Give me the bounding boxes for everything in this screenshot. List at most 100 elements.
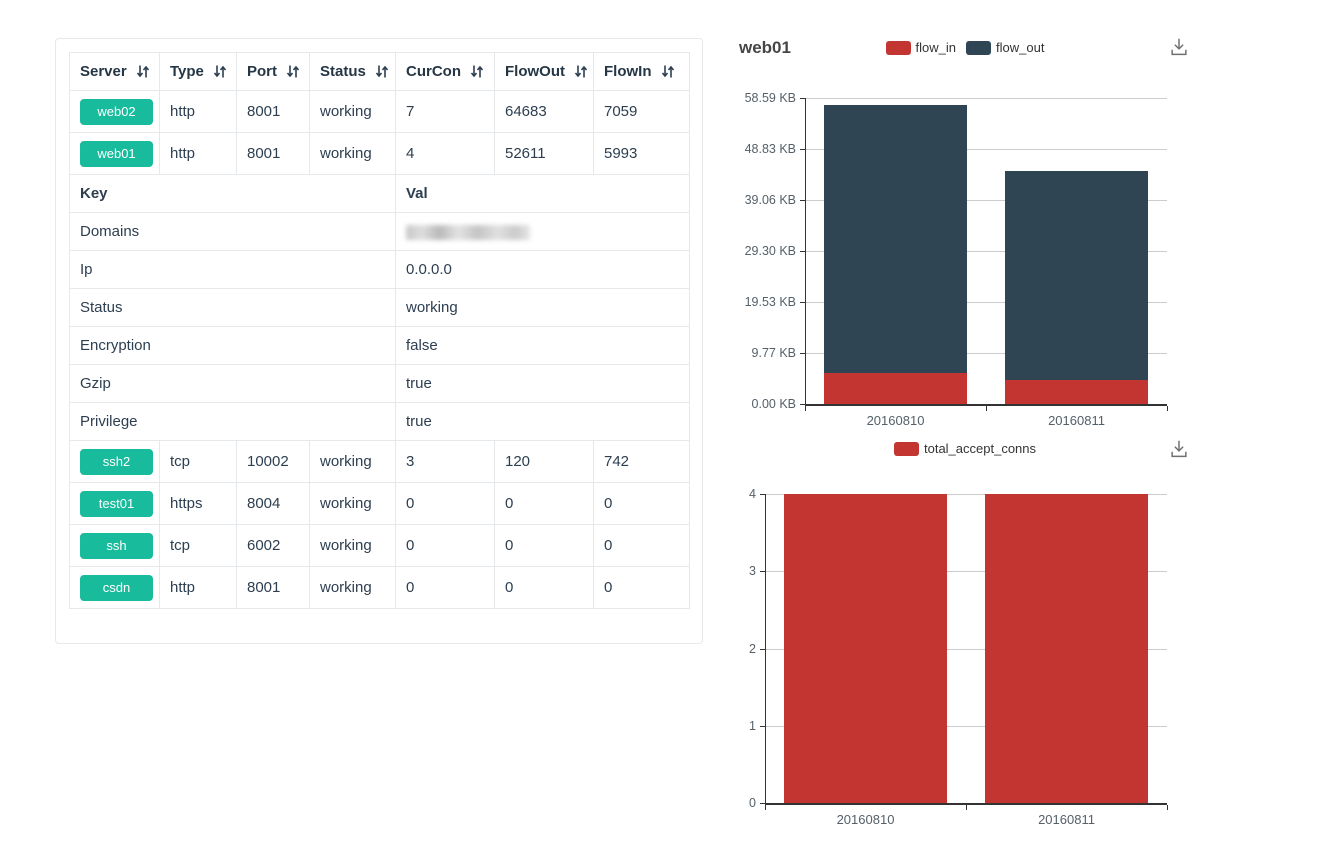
cell-port: 10002 bbox=[237, 441, 310, 483]
detail-key: Gzip bbox=[70, 365, 396, 403]
y-axis-label: 2 bbox=[730, 642, 756, 656]
bar-total_accept_conns-20160811 bbox=[985, 494, 1148, 803]
table-row-web02: web02 http 8001 working 7 64683 7059 bbox=[70, 91, 690, 133]
detail-val: 0.0.0.0 bbox=[396, 251, 690, 289]
y-axis-line bbox=[765, 494, 766, 803]
y-axis-label: 9.77 KB bbox=[730, 346, 796, 360]
y-axis-label: 39.06 KB bbox=[730, 193, 796, 207]
detail-row-gzip: Gzip true bbox=[70, 365, 690, 403]
cell-flowout: 0 bbox=[495, 525, 594, 567]
table-row-ssh2: ssh2 tcp 10002 working 3 120 742 bbox=[70, 441, 690, 483]
server-button-web02[interactable]: web02 bbox=[80, 99, 153, 125]
sort-icon bbox=[213, 64, 227, 79]
cell-flowout: 52611 bbox=[495, 133, 594, 175]
cell-status: working bbox=[310, 483, 396, 525]
legend-swatch bbox=[894, 442, 919, 456]
cell-flowin: 0 bbox=[594, 567, 690, 609]
y-axis-label: 58.59 KB bbox=[730, 91, 796, 105]
flow-chart: web01 flow_inflow_out0.00 KB9.77 KB19.53… bbox=[730, 30, 1200, 430]
server-button-csdn[interactable]: csdn bbox=[80, 575, 153, 601]
column-header-server[interactable]: Server bbox=[70, 53, 160, 91]
column-header-type[interactable]: Type bbox=[160, 53, 237, 91]
legend-item-total_accept_conns[interactable]: total_accept_conns bbox=[894, 441, 1036, 456]
column-label: FlowOut bbox=[505, 63, 565, 80]
cell-type: http bbox=[160, 133, 237, 175]
cell-status: working bbox=[310, 567, 396, 609]
redacted-domain-value bbox=[406, 225, 530, 240]
detail-val-header: Val bbox=[396, 175, 690, 213]
sort-icon bbox=[661, 64, 675, 79]
server-button-test01[interactable]: test01 bbox=[80, 491, 153, 517]
chart-legend: flow_in flow_out bbox=[730, 40, 1200, 55]
detail-key: Privilege bbox=[70, 403, 396, 441]
x-category-label: 20160810 bbox=[806, 812, 926, 827]
column-header-status[interactable]: Status bbox=[310, 53, 396, 91]
bar-flow_in-20160810 bbox=[824, 373, 967, 404]
table-header-row: Server Type Port Status CurCon FlowOut F… bbox=[70, 53, 690, 91]
bar-flow_out-20160810 bbox=[824, 105, 967, 373]
detail-val: working bbox=[396, 289, 690, 327]
sort-icon bbox=[470, 64, 484, 79]
detail-val: true bbox=[396, 365, 690, 403]
y-axis-label: 1 bbox=[730, 719, 756, 733]
y-axis-label: 19.53 KB bbox=[730, 295, 796, 309]
cell-flowin: 5993 bbox=[594, 133, 690, 175]
cell-flowin: 0 bbox=[594, 483, 690, 525]
x-axis-tick bbox=[986, 406, 987, 411]
cell-flowin: 742 bbox=[594, 441, 690, 483]
x-axis-tick bbox=[966, 805, 967, 810]
detail-val: true bbox=[396, 403, 690, 441]
detail-row-encryption: Encryption false bbox=[70, 327, 690, 365]
sort-icon bbox=[375, 64, 389, 79]
cell-flowout: 64683 bbox=[495, 91, 594, 133]
detail-header-row: Key Val bbox=[70, 175, 690, 213]
server-button-ssh2[interactable]: ssh2 bbox=[80, 449, 153, 475]
column-header-curcon[interactable]: CurCon bbox=[396, 53, 495, 91]
server-button-web01[interactable]: web01 bbox=[80, 141, 153, 167]
detail-key: Domains bbox=[70, 213, 396, 251]
legend-label: total_accept_conns bbox=[924, 441, 1036, 456]
detail-row-status: Status working bbox=[70, 289, 690, 327]
column-label: Type bbox=[170, 63, 204, 80]
detail-row-domains: Domains bbox=[70, 213, 690, 251]
server-button-ssh[interactable]: ssh bbox=[80, 533, 153, 559]
cell-port: 8001 bbox=[237, 567, 310, 609]
column-label: CurCon bbox=[406, 63, 461, 80]
y-axis-line bbox=[805, 98, 806, 404]
table-row-test01: test01 https 8004 working 0 0 0 bbox=[70, 483, 690, 525]
sort-icon bbox=[574, 64, 588, 79]
detail-val: false bbox=[396, 327, 690, 365]
cell-type: tcp bbox=[160, 441, 237, 483]
legend-label: flow_out bbox=[996, 40, 1044, 55]
cell-type: http bbox=[160, 91, 237, 133]
column-header-flowin[interactable]: FlowIn bbox=[594, 53, 690, 91]
table-row-csdn: csdn http 8001 working 0 0 0 bbox=[70, 567, 690, 609]
detail-key: Status bbox=[70, 289, 396, 327]
x-category-label: 20160811 bbox=[1007, 812, 1127, 827]
server-table: Server Type Port Status CurCon FlowOut F… bbox=[69, 52, 690, 609]
cell-curcon: 0 bbox=[396, 525, 495, 567]
y-axis-label: 0.00 KB bbox=[730, 397, 796, 411]
bar-total_accept_conns-20160810 bbox=[784, 494, 947, 803]
cell-status: working bbox=[310, 133, 396, 175]
cell-curcon: 4 bbox=[396, 133, 495, 175]
legend-item-flow_out[interactable]: flow_out bbox=[966, 40, 1044, 55]
y-axis-label: 0 bbox=[730, 796, 756, 810]
legend-swatch bbox=[966, 41, 991, 55]
column-header-flowout[interactable]: FlowOut bbox=[495, 53, 594, 91]
column-header-port[interactable]: Port bbox=[237, 53, 310, 91]
cell-flowin: 7059 bbox=[594, 91, 690, 133]
cell-curcon: 3 bbox=[396, 441, 495, 483]
cell-status: working bbox=[310, 525, 396, 567]
cell-type: http bbox=[160, 567, 237, 609]
cell-curcon: 0 bbox=[396, 483, 495, 525]
detail-row-privilege: Privilege true bbox=[70, 403, 690, 441]
bar-flow_out-20160811 bbox=[1005, 171, 1148, 380]
x-axis-tick bbox=[805, 406, 806, 411]
legend-item-flow_in[interactable]: flow_in bbox=[886, 40, 956, 55]
y-axis-label: 48.83 KB bbox=[730, 142, 796, 156]
y-axis-label: 3 bbox=[730, 564, 756, 578]
x-axis-tick bbox=[1167, 406, 1168, 411]
cell-status: working bbox=[310, 441, 396, 483]
detail-key: Ip bbox=[70, 251, 396, 289]
